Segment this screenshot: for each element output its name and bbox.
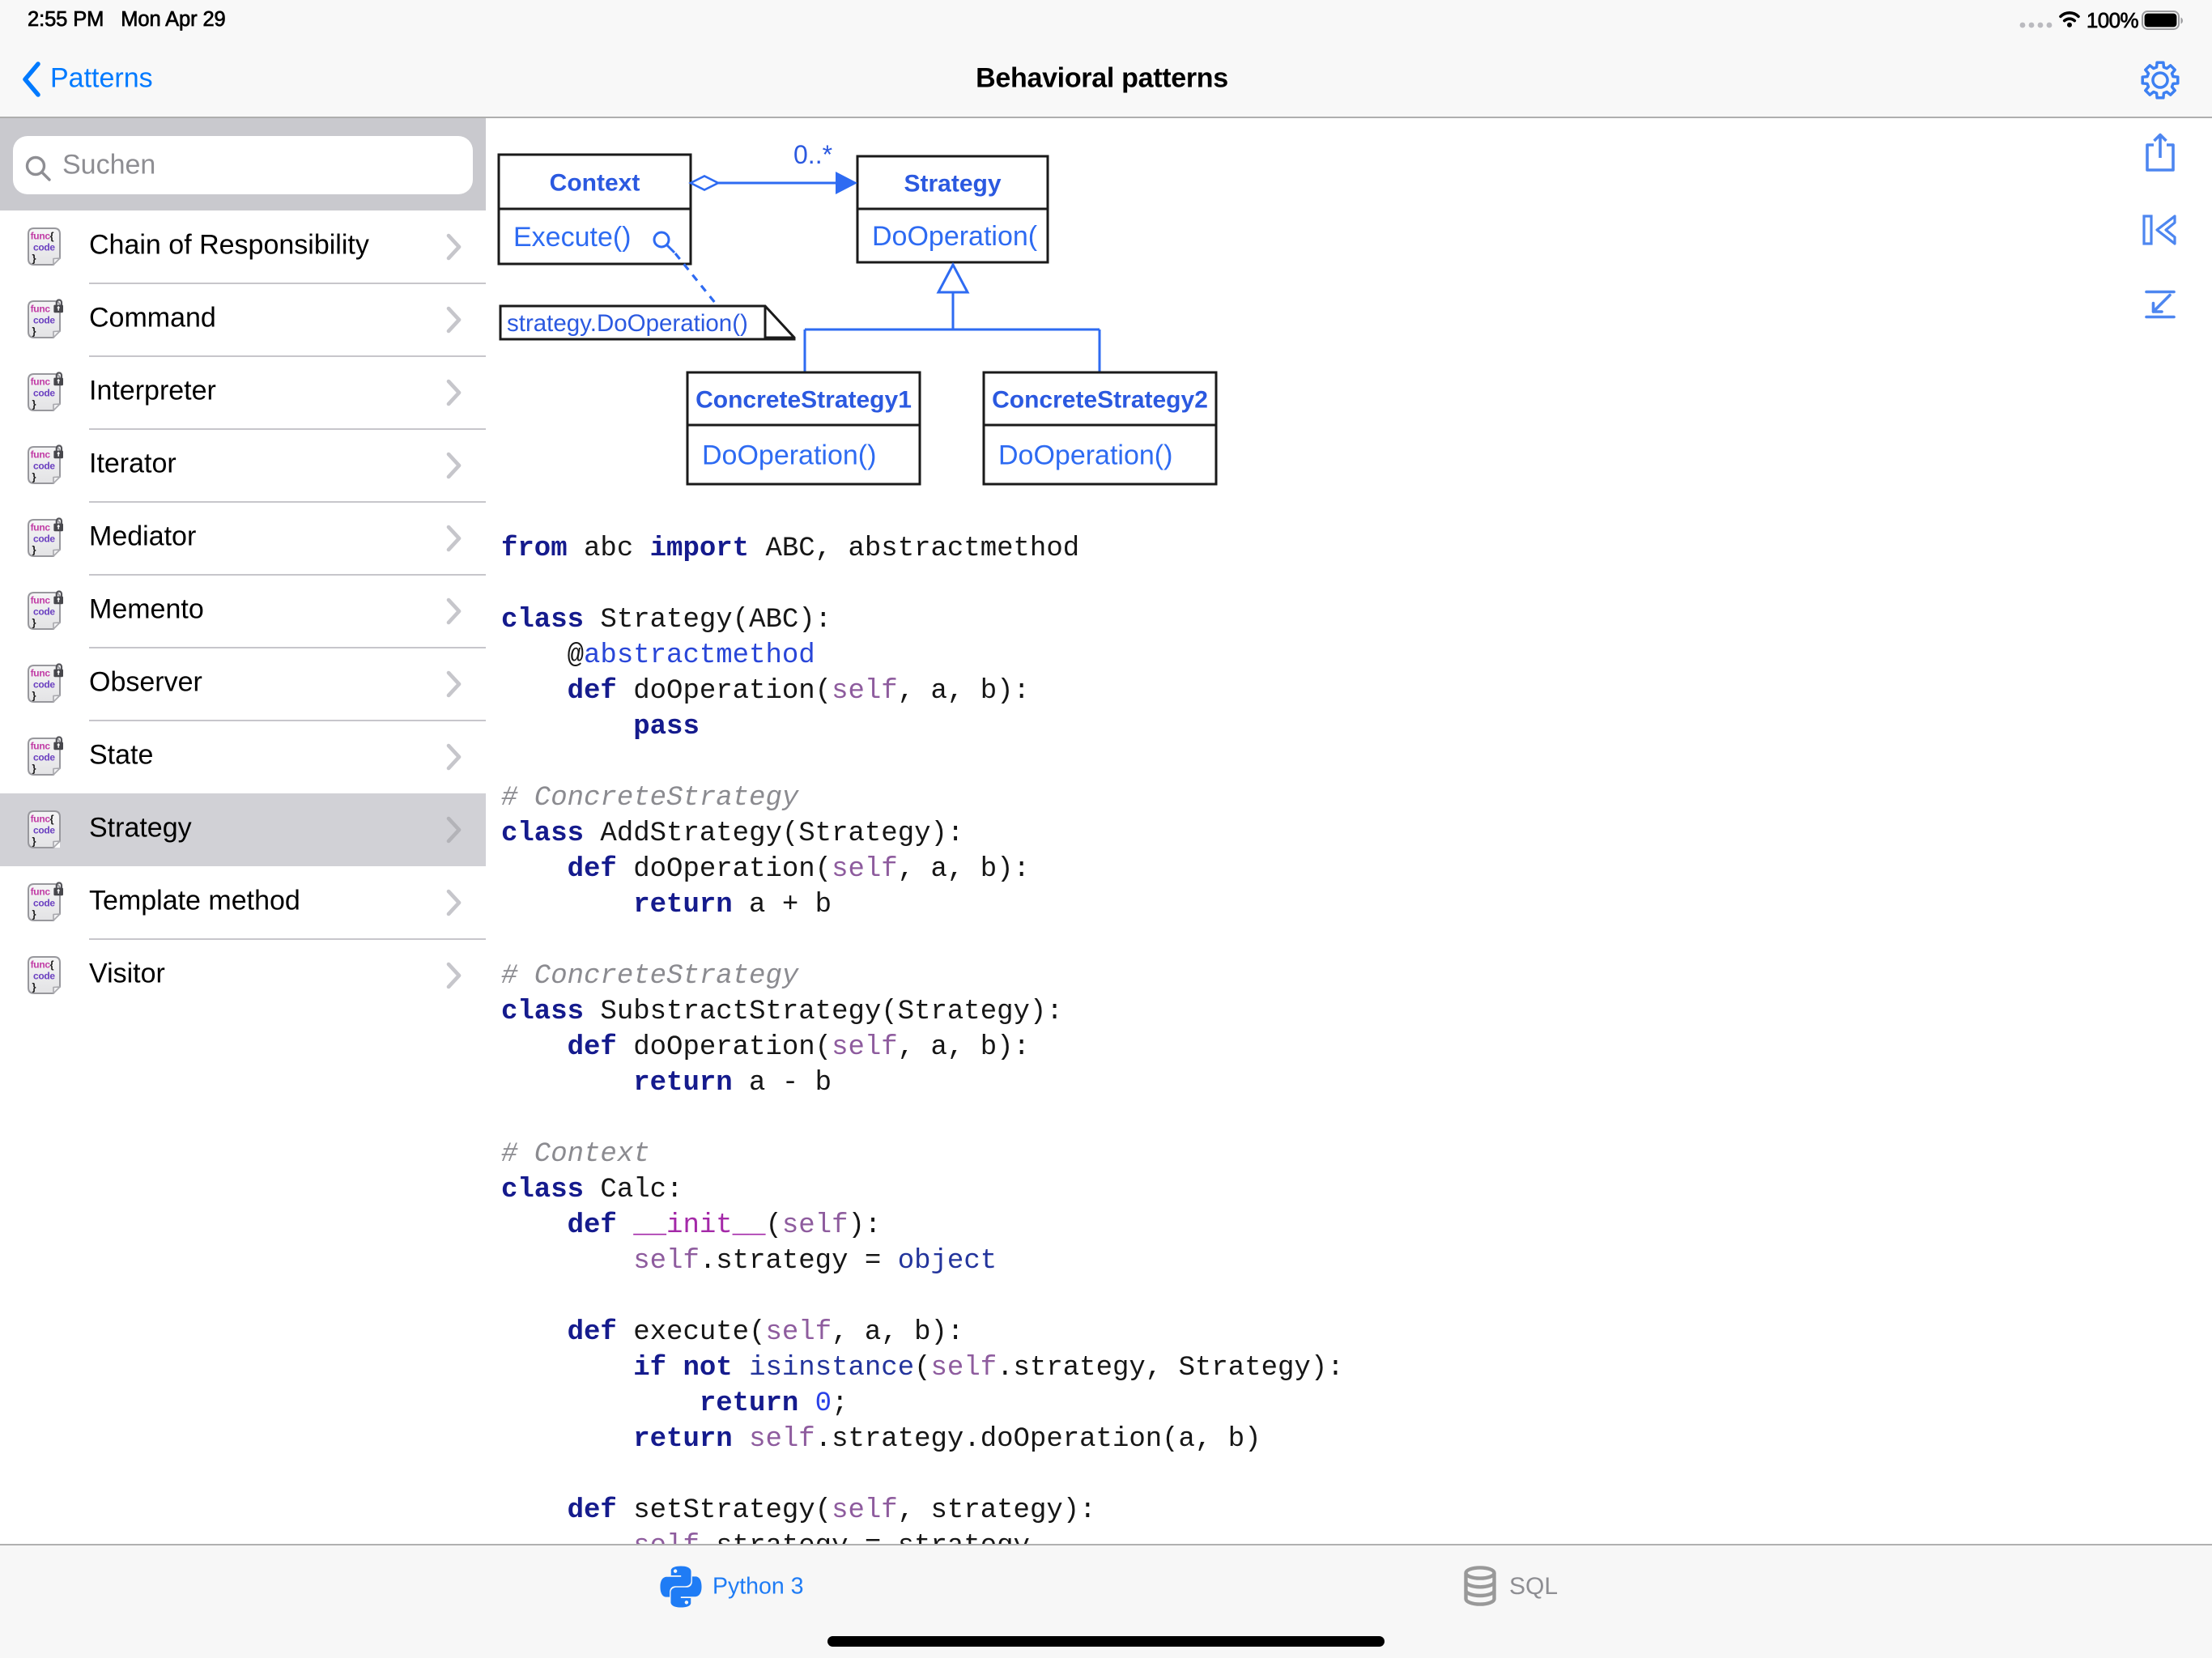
svg-text:strategy.DoOperation(): strategy.DoOperation() bbox=[507, 310, 748, 337]
svg-text:}: } bbox=[32, 763, 36, 775]
svg-text:code: code bbox=[33, 388, 55, 399]
svg-text:func: func bbox=[31, 449, 51, 461]
svg-text:{: { bbox=[50, 959, 54, 971]
svg-text:}: } bbox=[32, 981, 36, 993]
svg-text:}: } bbox=[32, 544, 36, 556]
svg-text:{: { bbox=[50, 813, 54, 825]
svg-text:func: func bbox=[31, 595, 51, 606]
svg-text:}: } bbox=[32, 471, 36, 483]
svg-text:DoOperation(: DoOperation( bbox=[872, 221, 1038, 252]
svg-text:Strategy: Strategy bbox=[904, 170, 1001, 197]
svg-text:{: { bbox=[50, 230, 54, 242]
svg-text:code: code bbox=[33, 242, 55, 253]
svg-text:func: func bbox=[31, 741, 51, 752]
svg-text:code: code bbox=[33, 315, 55, 326]
svg-text:func: func bbox=[31, 231, 51, 242]
svg-text:func: func bbox=[31, 814, 51, 825]
svg-text:DoOperation(): DoOperation() bbox=[998, 440, 1172, 471]
svg-text:func: func bbox=[31, 376, 51, 388]
svg-text:func: func bbox=[31, 522, 51, 534]
svg-text:code: code bbox=[33, 752, 55, 763]
svg-text:code: code bbox=[33, 825, 55, 836]
svg-text:code: code bbox=[33, 606, 55, 618]
svg-text:func: func bbox=[31, 304, 51, 315]
svg-text:code: code bbox=[33, 679, 55, 691]
svg-text:}: } bbox=[32, 908, 36, 920]
svg-text:code: code bbox=[33, 898, 55, 909]
svg-text:DoOperation(): DoOperation() bbox=[702, 440, 876, 471]
svg-text:code: code bbox=[33, 534, 55, 545]
svg-text:}: } bbox=[32, 690, 36, 702]
svg-text:ConcreteStrategy1: ConcreteStrategy1 bbox=[696, 386, 912, 413]
svg-text:func: func bbox=[31, 886, 51, 898]
svg-text:Context: Context bbox=[550, 169, 640, 196]
svg-text:func: func bbox=[31, 668, 51, 679]
svg-text:}: } bbox=[32, 253, 36, 265]
svg-text:Execute(): Execute() bbox=[513, 222, 632, 253]
svg-text:}: } bbox=[32, 617, 36, 629]
svg-text:code: code bbox=[33, 971, 55, 982]
svg-text:0..*: 0..* bbox=[793, 140, 832, 169]
svg-text:ConcreteStrategy2: ConcreteStrategy2 bbox=[992, 386, 1208, 413]
svg-text:}: } bbox=[32, 835, 36, 848]
svg-text:}: } bbox=[32, 398, 36, 410]
svg-text:}: } bbox=[32, 325, 36, 338]
svg-text:code: code bbox=[33, 461, 55, 472]
svg-text:func: func bbox=[31, 959, 51, 971]
